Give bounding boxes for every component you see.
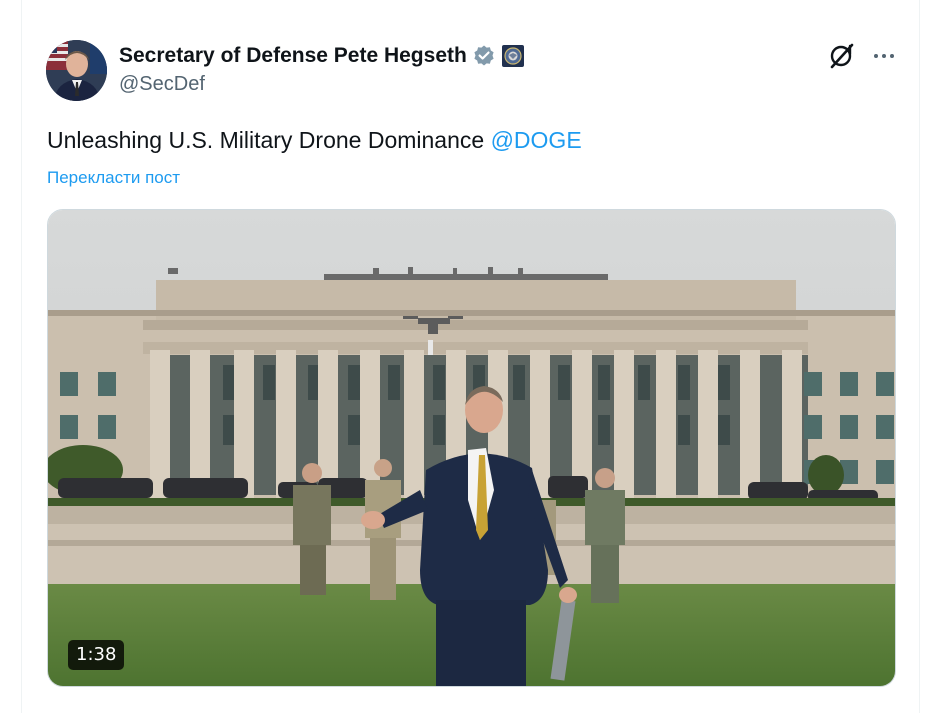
video-player[interactable]: 1:38 <box>47 209 896 687</box>
tweet-text: Unleashing U.S. Military Drone Dominance… <box>47 127 582 154</box>
verified-badge-icon[interactable] <box>472 44 496 68</box>
tweet-card[interactable]: Secretary of Defense Pete Hegseth @SecDe… <box>21 0 920 713</box>
user-handle[interactable]: @SecDef <box>119 73 205 96</box>
author-row: Secretary of Defense Pete Hegseth <box>119 42 524 70</box>
translate-link[interactable]: Перекласти пост <box>47 168 180 188</box>
more-options-icon[interactable] <box>872 44 896 68</box>
video-duration: 1:38 <box>68 640 125 670</box>
mention-link[interactable]: @DOGE <box>491 127 582 153</box>
grok-icon[interactable] <box>828 42 856 70</box>
tweet-body: Unleashing U.S. Military Drone Dominance <box>47 127 491 153</box>
display-name[interactable]: Secretary of Defense Pete Hegseth <box>119 44 467 68</box>
avatar[interactable] <box>46 40 107 101</box>
video-thumbnail <box>48 210 895 686</box>
department-of-defense-seal-icon[interactable] <box>501 45 524 67</box>
